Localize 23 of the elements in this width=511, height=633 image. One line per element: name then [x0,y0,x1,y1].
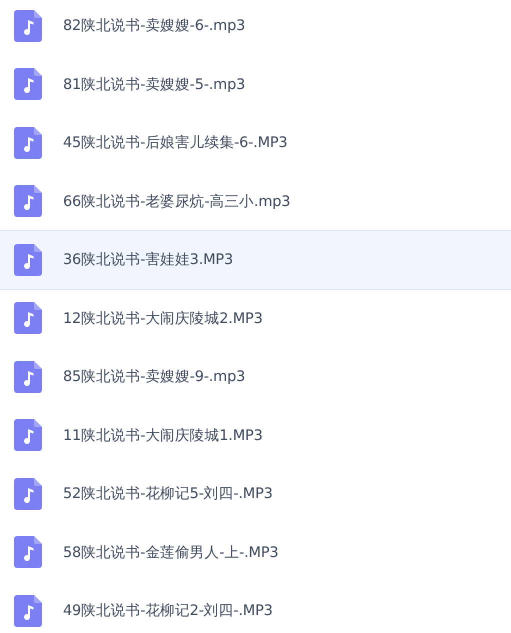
file-row[interactable]: 36陕北说书-害娃娃3.MP3 [0,230,511,290]
file-name: 66陕北说书-老婆尿炕-高三小.mp3 [63,192,290,211]
audio-file-icon [14,360,42,393]
file-name: 58陕北说书-金莲偷男人-上-.MP3 [63,544,278,562]
file-name: 82陕北说书-卖嫂嫂-6-.mp3 [63,17,246,36]
audio-file-icon [14,419,42,452]
file-name: 52陕北说书-花柳记5-刘四-.MP3 [63,484,273,504]
file-name: 81陕北说书-卖嫂嫂-5-.mp3 [63,76,246,94]
audio-file-icon [14,478,42,510]
audio-file-icon [14,594,42,627]
file-name: 49陕北说书-花柳记2-刘四-.MP3 [63,602,273,620]
audio-file-icon [14,68,42,100]
audio-file-icon [14,244,42,276]
audio-file-icon [14,536,42,568]
audio-file-icon [14,302,42,334]
file-name: 12陕北说书-大闹庆陵城2.MP3 [63,310,263,328]
audio-file-icon [14,10,42,42]
audio-file-icon [14,126,42,159]
file-name: 85陕北说书-卖嫂嫂-9-.mp3 [63,368,246,386]
file-name: 45陕北说书-后娘害儿续集-6-.MP3 [63,134,288,152]
file-name: 36陕北说书-害娃娃3.MP3 [63,250,233,270]
audio-file-icon [14,185,42,218]
file-name: 11陕北说书-大闹庆陵城1.MP3 [63,426,263,445]
